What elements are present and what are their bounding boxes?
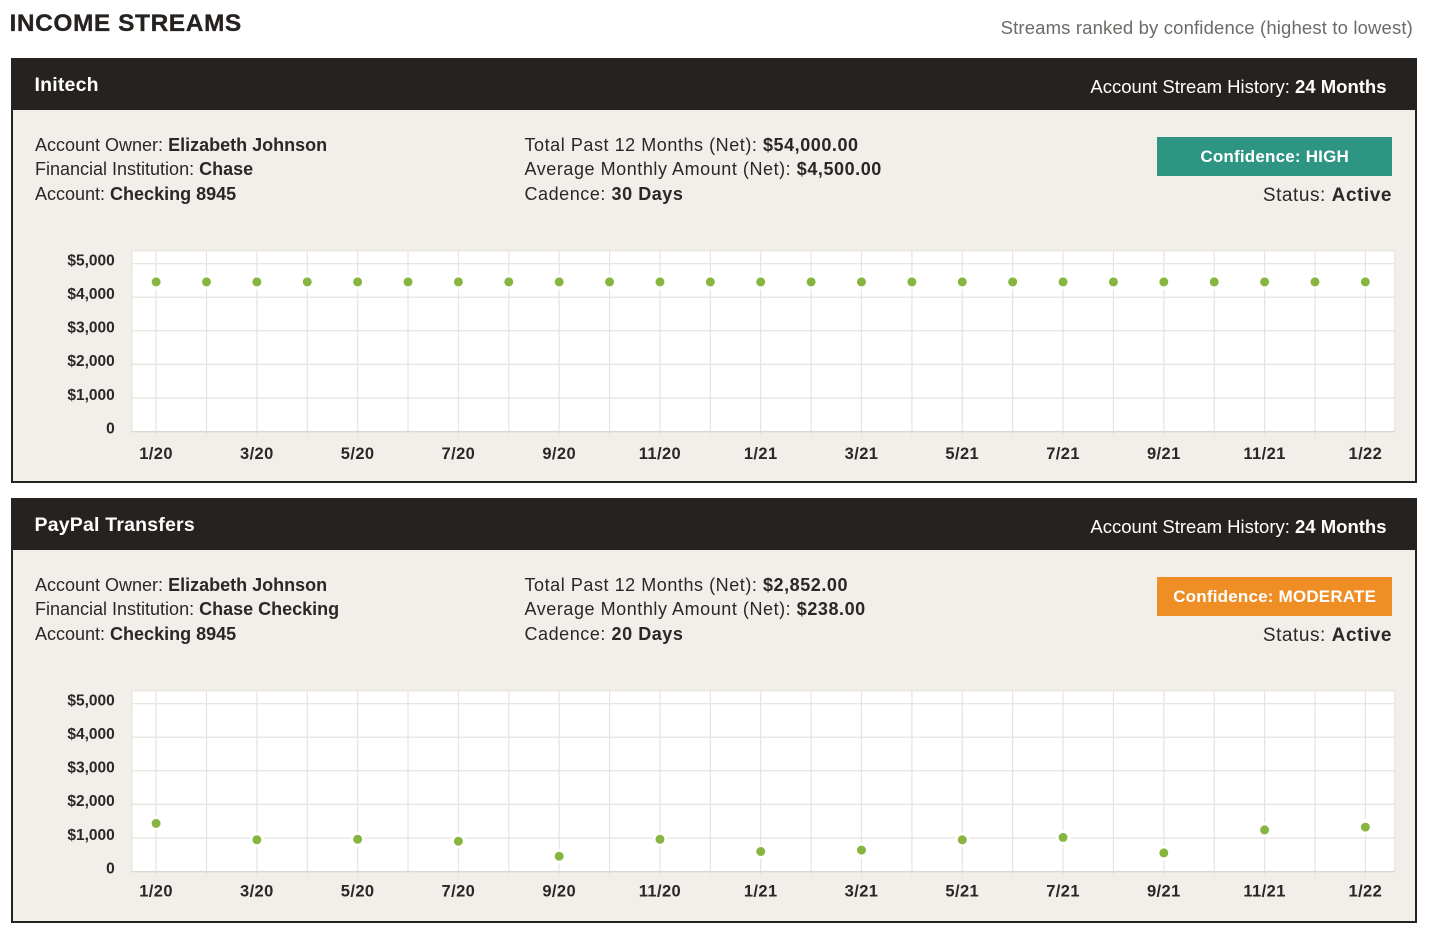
svg-text:$5,000: $5,000 bbox=[67, 692, 114, 709]
svg-text:1/20: 1/20 bbox=[139, 445, 173, 463]
svg-text:3/21: 3/21 bbox=[845, 882, 879, 900]
svg-text:1/22: 1/22 bbox=[1349, 882, 1383, 900]
svg-text:9/20: 9/20 bbox=[542, 445, 576, 463]
svg-text:3/21: 3/21 bbox=[845, 445, 879, 463]
svg-text:1/21: 1/21 bbox=[744, 882, 778, 900]
svg-text:5/20: 5/20 bbox=[341, 882, 375, 900]
svg-text:$5,000: $5,000 bbox=[67, 252, 114, 269]
svg-text:$4,000: $4,000 bbox=[67, 726, 114, 743]
svg-text:5/21: 5/21 bbox=[945, 445, 979, 463]
svg-text:7/20: 7/20 bbox=[442, 445, 476, 463]
svg-text:0: 0 bbox=[106, 421, 115, 438]
svg-text:7/21: 7/21 bbox=[1046, 445, 1080, 463]
svg-text:3/20: 3/20 bbox=[240, 882, 274, 900]
svg-text:$1,000: $1,000 bbox=[67, 387, 114, 404]
svg-text:$2,000: $2,000 bbox=[67, 793, 114, 810]
svg-text:11/21: 11/21 bbox=[1243, 445, 1285, 463]
svg-text:11/20: 11/20 bbox=[639, 882, 681, 900]
svg-text:$3,000: $3,000 bbox=[67, 760, 114, 777]
svg-text:1/22: 1/22 bbox=[1349, 445, 1383, 463]
svg-text:0: 0 bbox=[106, 861, 115, 878]
svg-text:1/21: 1/21 bbox=[744, 445, 778, 463]
svg-text:3/20: 3/20 bbox=[240, 445, 274, 463]
svg-text:9/21: 9/21 bbox=[1147, 445, 1181, 463]
svg-text:5/21: 5/21 bbox=[945, 882, 979, 900]
svg-text:7/21: 7/21 bbox=[1046, 882, 1080, 900]
svg-text:9/20: 9/20 bbox=[542, 882, 576, 900]
svg-text:$4,000: $4,000 bbox=[67, 286, 114, 303]
svg-text:11/21: 11/21 bbox=[1243, 882, 1285, 900]
svg-text:1/20: 1/20 bbox=[139, 882, 173, 900]
svg-text:5/20: 5/20 bbox=[341, 445, 375, 463]
svg-text:$3,000: $3,000 bbox=[67, 320, 114, 337]
svg-text:$1,000: $1,000 bbox=[67, 827, 114, 844]
svg-text:11/20: 11/20 bbox=[639, 445, 681, 463]
svg-text:$2,000: $2,000 bbox=[67, 353, 114, 370]
svg-text:7/20: 7/20 bbox=[442, 882, 476, 900]
svg-text:9/21: 9/21 bbox=[1147, 882, 1181, 900]
